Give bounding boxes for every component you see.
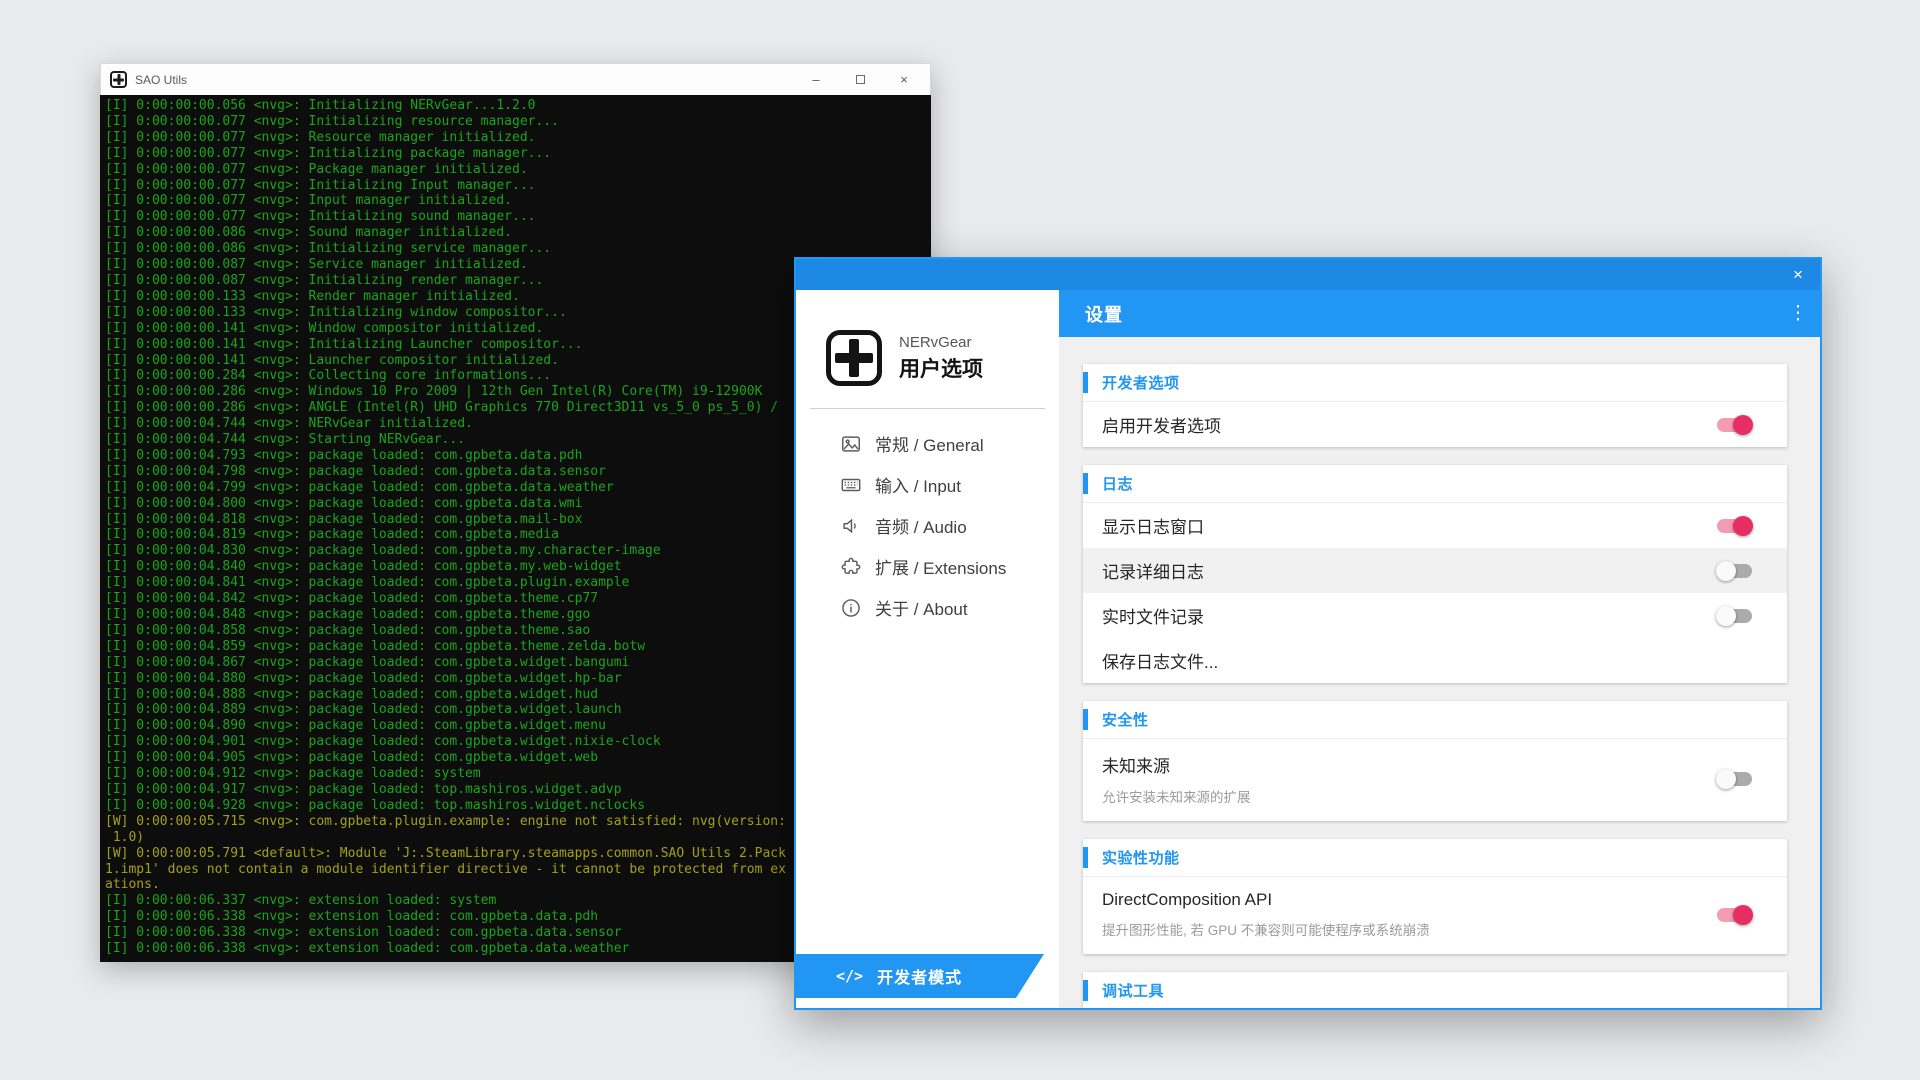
developer-mode-banner[interactable]: </> 开发者模式 xyxy=(796,954,1044,998)
sidebar-item-label: 关于 / About xyxy=(875,595,968,620)
section-header: 调试工具 xyxy=(1083,972,1787,1008)
toggle-switch[interactable] xyxy=(1716,415,1753,435)
sao-utils-app-icon xyxy=(110,71,127,88)
toggle-switch[interactable] xyxy=(1716,561,1753,581)
section-title: 实验性功能 xyxy=(1102,847,1180,868)
setting-row: 未知来源允许安装未知来源的扩展 xyxy=(1083,739,1787,821)
settings-card: 调试工具 xyxy=(1083,972,1787,1008)
keyboard-icon xyxy=(839,473,863,497)
section-accent-bar xyxy=(1083,372,1088,393)
console-log-line: [I] 0:00:00:00.077 <nvg>: Initializing I… xyxy=(105,178,931,194)
developer-mode-label: 开发者模式 xyxy=(877,964,962,988)
setting-description: 允许安装未知来源的扩展 xyxy=(1102,786,1698,806)
section-accent-bar xyxy=(1083,980,1088,1001)
maximize-icon xyxy=(856,75,865,84)
toggle-switch[interactable] xyxy=(1716,769,1753,789)
section-accent-bar xyxy=(1083,709,1088,730)
section-accent-bar xyxy=(1083,847,1088,868)
code-icon: </> xyxy=(836,967,863,985)
setting-label: 显示日志窗口 xyxy=(1102,513,1698,538)
dialog-close-button[interactable]: × xyxy=(1776,259,1820,290)
page-title: 设置 xyxy=(1085,301,1776,327)
console-log-line: [I] 0:00:00:00.077 <nvg>: Package manage… xyxy=(105,162,931,178)
settings-header: 设置 ⋮ xyxy=(1059,290,1820,337)
console-window-title: SAO Utils xyxy=(135,73,794,87)
console-log-line: [I] 0:00:00:00.086 <nvg>: Initializing s… xyxy=(105,241,931,257)
setting-label: 启用开发者选项 xyxy=(1102,412,1698,437)
close-button[interactable]: × xyxy=(882,64,926,95)
console-titlebar[interactable]: SAO Utils – × xyxy=(100,63,931,95)
settings-card: 实验性功能 DirectComposition API 提升图形性能, 若 GPU … xyxy=(1083,839,1787,954)
sidebar-item-label: 扩展 / Extensions xyxy=(875,554,1006,579)
setting-row: 实时文件记录 xyxy=(1083,593,1787,638)
dialog-titlebar[interactable]: × xyxy=(796,259,1820,290)
minimize-icon: – xyxy=(812,72,819,87)
section-header: 日志 xyxy=(1083,465,1787,503)
console-log-line: [I] 0:00:00:00.077 <nvg>: Initializing s… xyxy=(105,209,931,225)
section-title: 开发者选项 xyxy=(1102,372,1180,393)
settings-card: 日志显示日志窗口记录详细日志实时文件记录保存日志文件... xyxy=(1083,465,1787,683)
logo-subtitle: 用户选项 xyxy=(899,353,983,383)
section-accent-bar xyxy=(1083,473,1088,494)
toggle-switch[interactable] xyxy=(1716,606,1753,626)
console-log-line: [I] 0:00:00:00.077 <nvg>: Input manager … xyxy=(105,193,931,209)
sidebar-item-general[interactable]: 常规 / General xyxy=(796,423,1059,464)
setting-row: 显示日志窗口 xyxy=(1083,503,1787,548)
toggle-switch[interactable] xyxy=(1716,905,1753,925)
sidebar-item-label: 常规 / General xyxy=(875,431,984,456)
close-icon: × xyxy=(900,72,908,87)
console-log-line: [I] 0:00:00:00.077 <nvg>: Initializing p… xyxy=(105,146,931,162)
toggle-switch[interactable] xyxy=(1716,516,1753,536)
nervgear-logo-icon xyxy=(826,330,882,386)
settings-dialog: × NERvGear 用户选项 常规 / General 输入 / Input 音频… xyxy=(794,257,1822,1010)
close-icon: × xyxy=(1793,265,1803,284)
section-header: 安全性 xyxy=(1083,701,1787,739)
settings-card: 开发者选项启用开发者选项 xyxy=(1083,364,1787,447)
console-log-line: [I] 0:00:00:00.077 <nvg>: Initializing r… xyxy=(105,114,931,130)
sidebar-item-extensions[interactable]: 扩展 / Extensions xyxy=(796,546,1059,587)
setting-description: 提升图形性能, 若 GPU 不兼容则可能使程序或系统崩溃 xyxy=(1102,919,1698,939)
sidebar-item-label: 音频 / Audio xyxy=(875,513,967,538)
maximize-button[interactable] xyxy=(838,64,882,95)
dialog-sidebar: NERvGear 用户选项 常规 / General 输入 / Input 音频 /… xyxy=(796,290,1059,1008)
section-header: 开发者选项 xyxy=(1083,364,1787,402)
setting-label: 未知来源 xyxy=(1102,752,1698,777)
setting-label: DirectComposition API xyxy=(1102,890,1698,910)
info-icon xyxy=(839,596,863,620)
section-title: 日志 xyxy=(1102,473,1133,494)
speaker-icon xyxy=(839,514,863,538)
sidebar-item-input[interactable]: 输入 / Input xyxy=(796,464,1059,505)
sidebar-item-audio[interactable]: 音频 / Audio xyxy=(796,505,1059,546)
sidebar-divider xyxy=(810,408,1045,409)
sidebar-item-about[interactable]: 关于 / About xyxy=(796,587,1059,628)
console-log-line: [I] 0:00:00:00.086 <nvg>: Sound manager … xyxy=(105,225,931,241)
puzzle-icon xyxy=(839,555,863,579)
app-logo-block: NERvGear 用户选项 xyxy=(826,330,1059,386)
setting-label: 实时文件记录 xyxy=(1102,603,1698,628)
section-header: 实验性功能 xyxy=(1083,839,1787,877)
section-title: 安全性 xyxy=(1102,709,1149,730)
image-icon xyxy=(839,432,863,456)
setting-row[interactable]: 保存日志文件... xyxy=(1083,638,1787,683)
settings-card: 安全性未知来源允许安装未知来源的扩展 xyxy=(1083,701,1787,821)
console-log-line: [I] 0:00:00:00.056 <nvg>: Initializing N… xyxy=(105,98,931,114)
settings-content: 开发者选项启用开发者选项日志显示日志窗口记录详细日志实时文件记录保存日志文件..… xyxy=(1059,337,1820,1008)
setting-row: 记录详细日志 xyxy=(1083,548,1787,593)
console-log-line: [I] 0:00:00:00.077 <nvg>: Resource manag… xyxy=(105,130,931,146)
logo-title: NERvGear xyxy=(899,334,983,351)
setting-row: 启用开发者选项 xyxy=(1083,402,1787,447)
kebab-menu-icon[interactable]: ⋮ xyxy=(1776,302,1820,325)
setting-label: 记录详细日志 xyxy=(1102,558,1698,583)
section-title: 调试工具 xyxy=(1102,980,1164,1001)
sidebar-item-label: 输入 / Input xyxy=(875,472,961,497)
setting-row: DirectComposition API 提升图形性能, 若 GPU 不兼容则可… xyxy=(1083,877,1787,954)
minimize-button[interactable]: – xyxy=(794,64,838,95)
sidebar-menu: 常规 / General 输入 / Input 音频 / Audio 扩展 / Ext… xyxy=(796,423,1059,628)
setting-label: 保存日志文件... xyxy=(1102,648,1753,673)
